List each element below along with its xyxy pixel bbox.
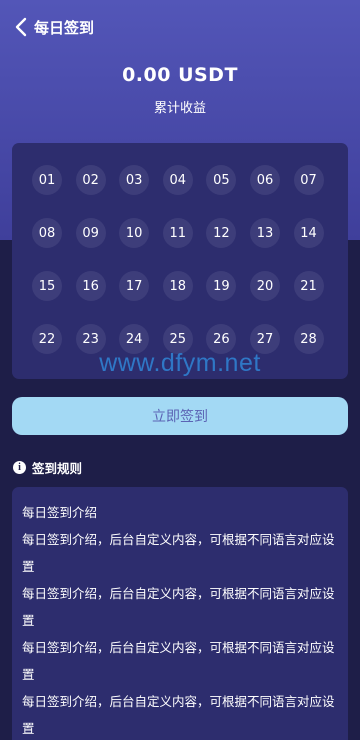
signin-button[interactable]: 立即签到 — [12, 397, 348, 435]
calendar-day: 09 — [75, 218, 106, 248]
page-title: 每日签到 — [34, 18, 95, 37]
calendar-day: 01 — [32, 165, 62, 195]
total-earnings-label: 累计收益 — [153, 101, 206, 116]
chevron-left-icon[interactable] — [14, 17, 28, 37]
calendar-day: 19 — [206, 271, 237, 301]
calendar-day: 14 — [293, 218, 324, 248]
calendar-day: 15 — [32, 271, 62, 301]
calendar-day: 13 — [249, 218, 280, 248]
calendar-day: 02 — [75, 165, 106, 195]
rules-line: 每日签到介绍 — [22, 505, 98, 520]
calendar-day: 17 — [119, 271, 150, 301]
rules-content: 每日签到介绍每日签到介绍，后台自定义内容，可根据不同语言对应设置 每日签到介绍，后… — [12, 487, 348, 740]
calendar-day: 05 — [206, 165, 237, 195]
calendar-day: 08 — [32, 218, 62, 248]
calendar-day: 21 — [293, 271, 324, 301]
calendar-day: 04 — [162, 165, 193, 195]
rules-line: 每日签到介绍，后台自定义内容，可根据不同语言对应设置 — [22, 640, 335, 682]
rules-heading: i 签到规则 — [13, 458, 82, 477]
total-earnings-amount: 0.00 USDT — [122, 64, 238, 86]
signin-calendar: 01 02 03 04 05 06 07 08 09 10 11 12 13 14 15 16 17 18 19 20… — [12, 143, 348, 379]
calendar-day: 07 — [293, 165, 324, 195]
rules-line: 每日签到介绍，后台自定义内容，可根据不同语言对应设置 — [22, 586, 335, 628]
calendar-day: 06 — [249, 165, 280, 195]
calendar-day: 03 — [119, 165, 150, 195]
top-bar: 每日签到 — [14, 14, 94, 40]
info-icon: i — [13, 461, 26, 474]
rules-line: 每日签到介绍，后台自定义内容，可根据不同语言对应设置 — [22, 694, 335, 736]
calendar-day: 12 — [206, 218, 237, 248]
rules-line: 每日签到介绍，后台自定义内容，可根据不同语言对应设置 — [22, 532, 335, 574]
calendar-day: 11 — [162, 218, 193, 248]
calendar-day: 10 — [119, 218, 150, 248]
calendar-day: 16 — [75, 271, 106, 301]
watermark-text: www.dfym.net — [99, 349, 261, 377]
calendar-day: 20 — [249, 271, 280, 301]
rules-title: 签到规则 — [32, 461, 83, 476]
calendar-day: 18 — [162, 271, 193, 301]
